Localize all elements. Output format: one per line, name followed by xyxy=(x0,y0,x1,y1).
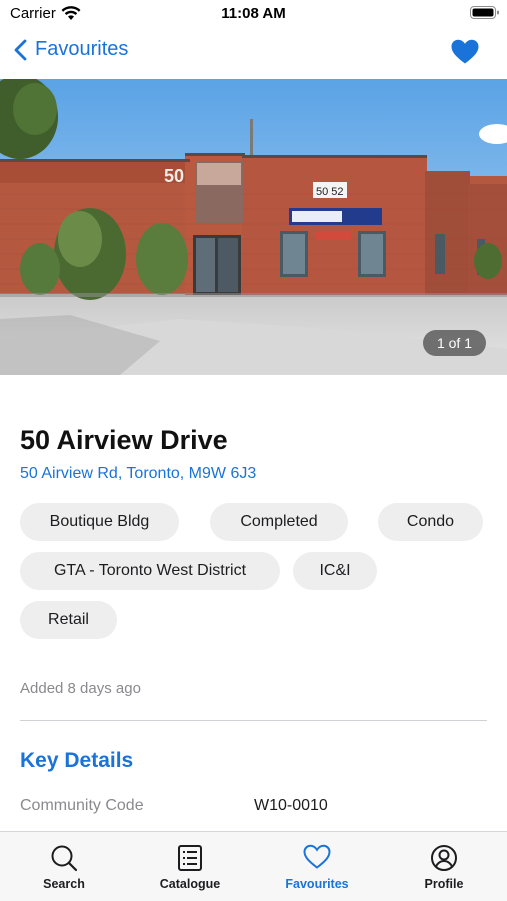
unit-sign: 50 52 xyxy=(316,186,344,198)
tab-search-label: Search xyxy=(43,877,85,891)
clock: 11:08 AM xyxy=(221,5,286,22)
added-date: Added 8 days ago xyxy=(20,680,141,697)
chevron-left-icon xyxy=(14,39,27,60)
profile-icon xyxy=(431,845,457,871)
tab-profile-label: Profile xyxy=(424,877,464,891)
list-icon xyxy=(178,845,202,871)
heart-outline-icon xyxy=(303,844,331,869)
tag-chip: IC&I xyxy=(293,552,377,590)
tab-bar: Search Catalogue Favourites Profile xyxy=(0,831,507,901)
tab-catalogue-label: Catalogue xyxy=(159,877,221,891)
battery-icon xyxy=(470,6,499,19)
property-address-link[interactable]: 50 Airview Rd, Toronto, M9W 6J3 xyxy=(20,465,256,483)
photo-counter-badge: 1 of 1 xyxy=(422,330,486,356)
property-photo-gallery[interactable]: 50 50 52 1 of 1 xyxy=(0,79,507,375)
property-title: 50 Airview Drive xyxy=(20,425,228,455)
heart-filled-icon xyxy=(451,39,479,64)
tag-chip: GTA - Toronto West District xyxy=(20,552,280,590)
status-bar: Carrier 11:08 AM xyxy=(0,0,507,28)
key-details-title: Key Details xyxy=(20,749,134,772)
tag-chip: Retail xyxy=(20,601,117,639)
tag-chip: Condo xyxy=(378,503,483,541)
navigation-bar: Favourites xyxy=(0,28,507,78)
tab-favourites-label: Favourites xyxy=(285,877,349,891)
tag-chip: Completed xyxy=(210,503,348,541)
detail-label-community-code: Community Code xyxy=(20,797,144,814)
back-button[interactable]: Favourites xyxy=(14,38,128,61)
tab-favourites[interactable]: Favourites xyxy=(254,832,380,901)
tab-profile[interactable]: Profile xyxy=(381,832,507,901)
tag-chip: Boutique Bldg xyxy=(20,503,179,541)
section-divider xyxy=(20,720,487,721)
building-number: 50 xyxy=(164,166,184,186)
tab-catalogue[interactable]: Catalogue xyxy=(127,832,253,901)
tab-search[interactable]: Search xyxy=(1,832,127,901)
search-icon xyxy=(51,845,78,872)
favourite-toggle-button[interactable] xyxy=(451,39,479,70)
back-button-label: Favourites xyxy=(35,38,129,60)
detail-value-community-code: W10-0010 xyxy=(254,797,328,814)
